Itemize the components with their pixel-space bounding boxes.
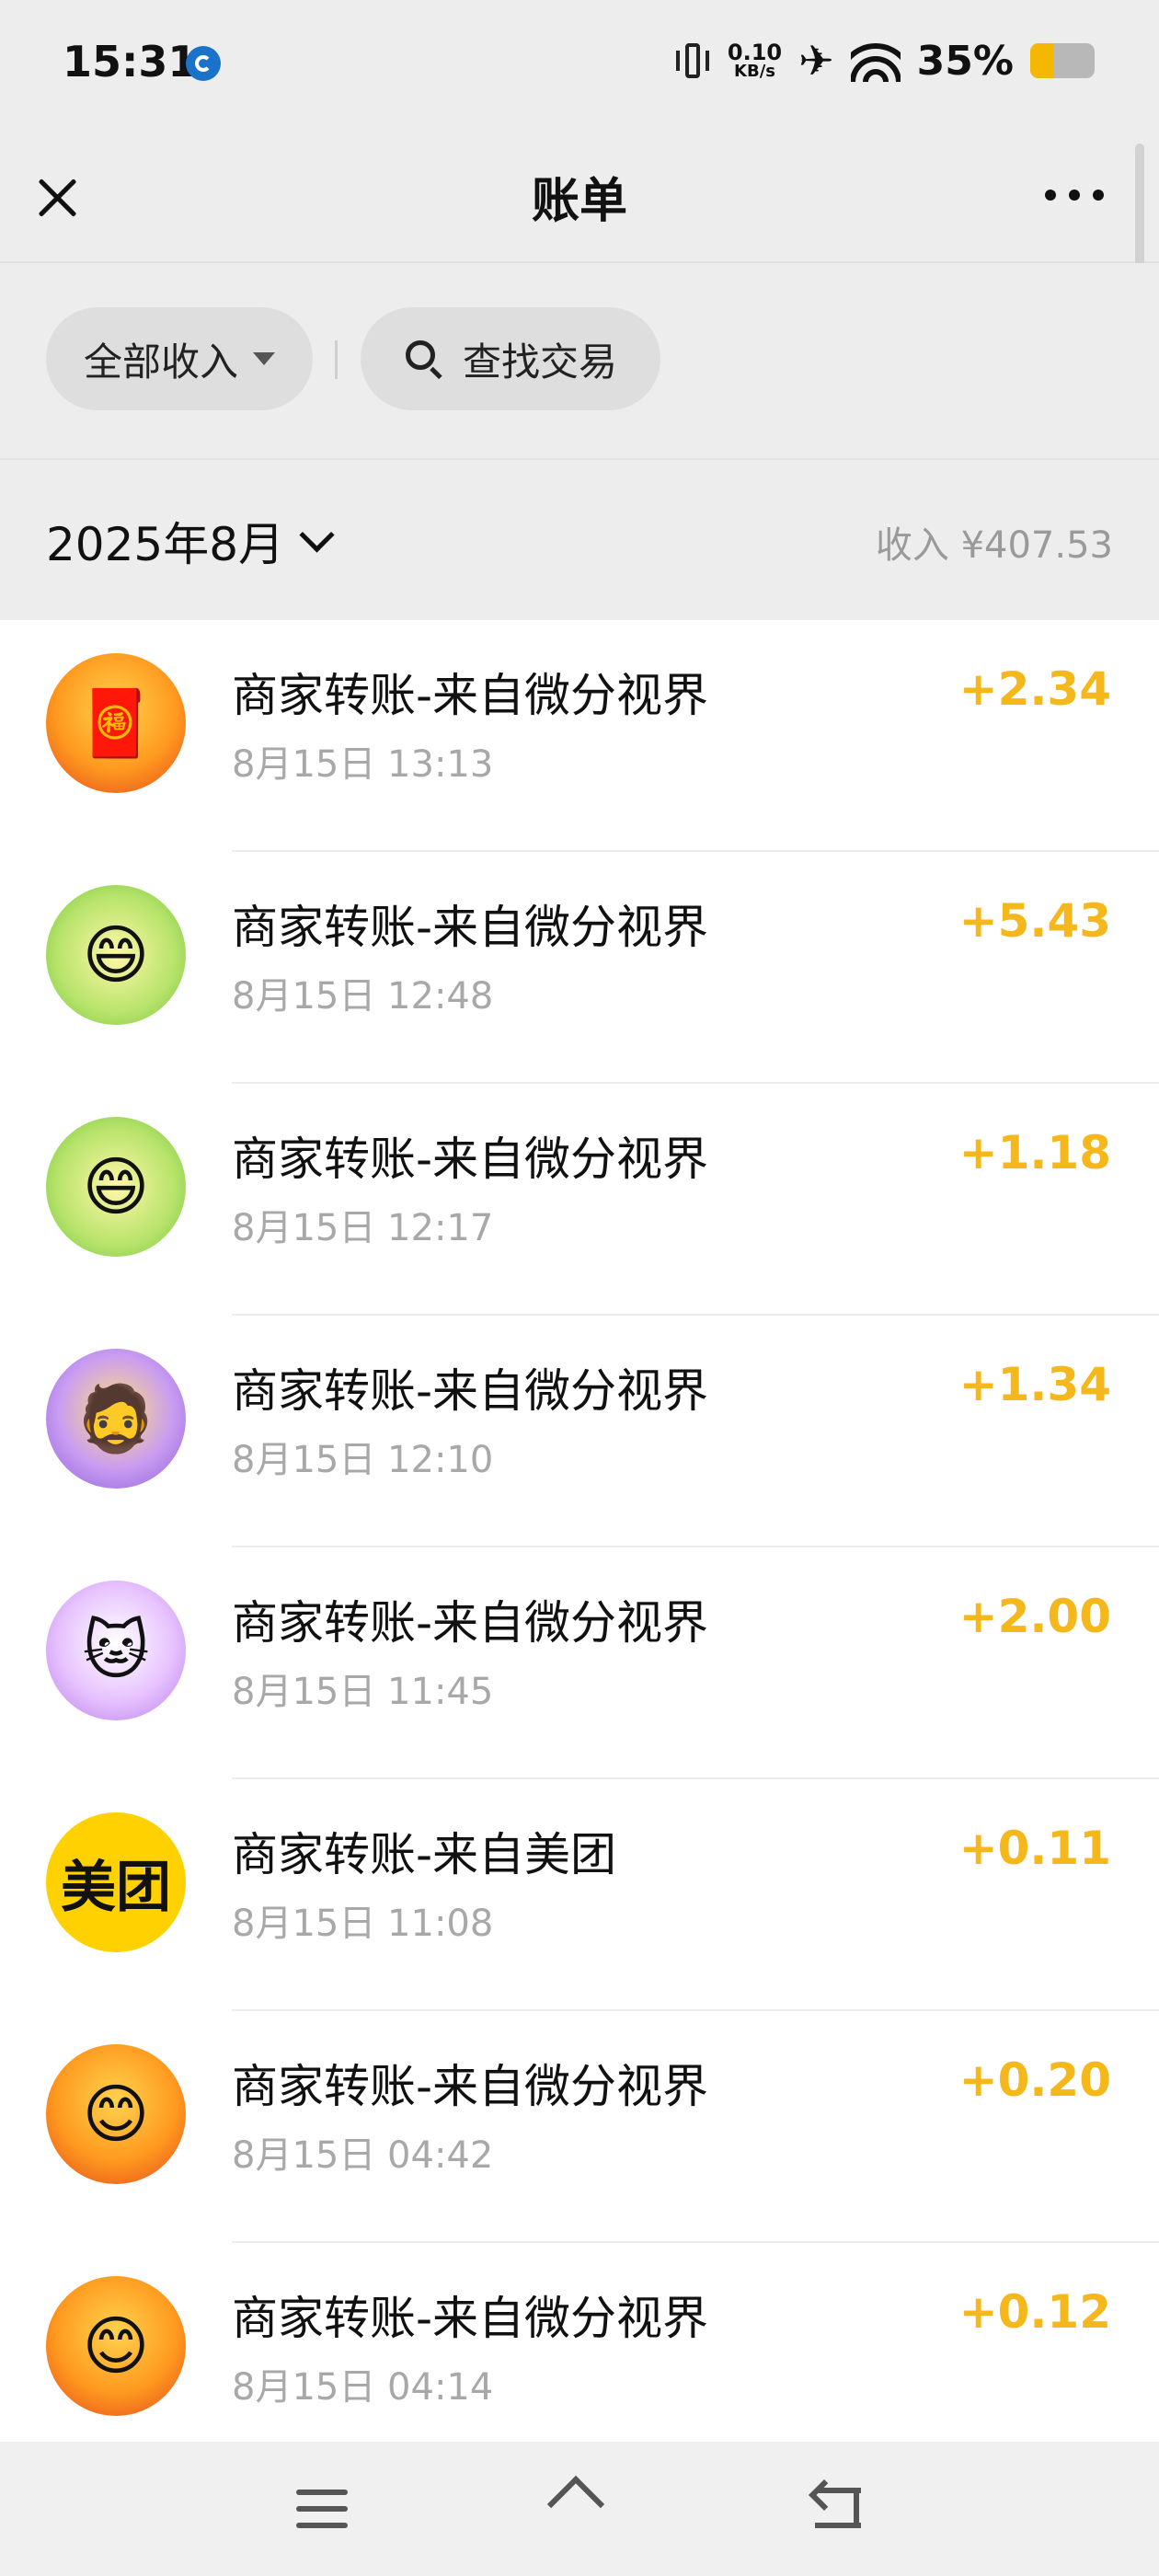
status-time: 15:31 xyxy=(63,37,198,86)
merchant-avatar: 美团 xyxy=(46,1812,186,1952)
more-icon[interactable] xyxy=(1045,186,1104,204)
transaction-title: 商家转账-来自微分视界 xyxy=(232,2292,709,2345)
transaction-title: 商家转账-来自微分视界 xyxy=(232,1364,709,1418)
merchant-avatar: 🐱 xyxy=(46,1581,186,1720)
battery-percent: 35% xyxy=(916,37,1014,85)
transaction-time: 8月15日 13:13 xyxy=(232,743,494,786)
transaction-amount: +2.00 xyxy=(958,1590,1111,1643)
transaction-row[interactable]: 😊 商家转账-来自微分视界 8月15日 04:14 +0.12 xyxy=(0,2243,1159,2442)
month-selector[interactable]: 2025年8月 xyxy=(46,508,335,574)
menu-icon[interactable] xyxy=(296,2488,348,2530)
divider xyxy=(335,340,338,379)
month-label: 2025年8月 xyxy=(46,518,285,571)
filter-bar: 全部收入 查找交易 xyxy=(0,263,1159,460)
transaction-row[interactable]: 🧔 商家转账-来自微分视界 8月15日 12:10 +1.34 xyxy=(0,1316,1159,1547)
transaction-amount: +1.18 xyxy=(958,1126,1111,1179)
transaction-time: 8月15日 12:48 xyxy=(232,975,494,1018)
transaction-amount: +5.43 xyxy=(958,894,1111,948)
transaction-row[interactable]: 美团 商家转账-来自美团 8月15日 11:08 +0.11 xyxy=(0,1779,1159,2011)
month-header: 2025年8月 收入 ¥407.53 xyxy=(0,460,1159,620)
app-notification-icon xyxy=(186,46,221,81)
transaction-title: 商家转账-来自美团 xyxy=(232,1828,617,1881)
category-filter-button[interactable]: 全部收入 xyxy=(46,307,313,410)
wifi-icon xyxy=(850,40,901,82)
transaction-list: 🧧 商家转账-来自微分视界 8月15日 13:13 +2.34 😄 商家转账-来… xyxy=(0,620,1159,2442)
transaction-row[interactable]: 😊 商家转账-来自微分视界 8月15日 04:42 +0.20 xyxy=(0,2011,1159,2243)
search-label: 查找交易 xyxy=(462,339,617,385)
home-icon[interactable] xyxy=(546,2475,611,2536)
transaction-amount: +0.11 xyxy=(958,1822,1111,1875)
merchant-avatar: 🧔 xyxy=(46,1349,186,1489)
scrollbar[interactable] xyxy=(1135,144,1144,282)
transaction-title: 商家转账-来自微分视界 xyxy=(232,901,709,954)
back-icon[interactable] xyxy=(809,2479,865,2534)
transaction-time: 8月15日 12:17 xyxy=(232,1207,494,1249)
transaction-row[interactable]: 🐱 商家转账-来自微分视界 8月15日 11:45 +2.00 xyxy=(0,1547,1159,1779)
transaction-title: 商家转账-来自微分视界 xyxy=(232,2060,709,2113)
network-speed-unit: KB/s xyxy=(734,62,775,81)
transaction-time: 8月15日 11:08 xyxy=(232,1903,494,1945)
chevron-down-icon xyxy=(299,516,335,553)
transaction-time: 8月15日 12:10 xyxy=(232,1439,494,1481)
transaction-amount: +0.12 xyxy=(958,2285,1111,2339)
airplane-icon: ✈ xyxy=(798,36,834,86)
transaction-row[interactable]: 😄 商家转账-来自微分视界 8月15日 12:17 +1.18 xyxy=(0,1084,1159,1316)
transaction-time: 8月15日 04:14 xyxy=(232,2366,494,2409)
transaction-row[interactable]: 😄 商家转账-来自微分视界 8月15日 12:48 +5.43 xyxy=(0,852,1159,1084)
month-income-summary: 收入 ¥407.53 xyxy=(875,524,1113,567)
merchant-avatar: 😊 xyxy=(46,2044,186,2184)
app-header: 账单 xyxy=(0,129,1159,263)
transaction-amount: +0.20 xyxy=(958,2053,1111,2107)
page-title: 账单 xyxy=(531,174,627,229)
transaction-title: 商家转账-来自微分视界 xyxy=(232,1596,709,1650)
network-speed: 0.10 KB/s xyxy=(728,41,782,80)
network-speed-value: 0.10 xyxy=(727,40,783,65)
merchant-avatar: 🧧 xyxy=(46,653,186,793)
battery-icon xyxy=(1030,43,1095,78)
vibrate-icon xyxy=(674,40,711,82)
search-transaction-button[interactable]: 查找交易 xyxy=(361,307,660,410)
transaction-time: 8月15日 11:45 xyxy=(232,1671,494,1713)
merchant-avatar: 😄 xyxy=(46,1117,186,1257)
merchant-avatar: 😄 xyxy=(46,885,186,1025)
transaction-amount: +2.34 xyxy=(958,662,1111,716)
category-filter-label: 全部收入 xyxy=(83,339,238,385)
transaction-title: 商家转账-来自微分视界 xyxy=(232,1133,709,1186)
merchant-avatar: 😊 xyxy=(46,2276,186,2416)
transaction-title: 商家转账-来自微分视界 xyxy=(232,669,709,722)
system-nav-bar xyxy=(0,2442,1159,2576)
dropdown-arrow-icon xyxy=(253,352,275,365)
transaction-row[interactable]: 🧧 商家转账-来自微分视界 8月15日 13:13 +2.34 xyxy=(0,620,1159,852)
search-icon xyxy=(404,339,444,379)
transaction-amount: +1.34 xyxy=(958,1358,1111,1411)
status-bar: 15:31 0.10 KB/s ✈ 35% xyxy=(0,0,1159,129)
status-indicators: 0.10 KB/s ✈ 35% xyxy=(674,33,1095,88)
transaction-time: 8月15日 04:42 xyxy=(232,2134,494,2177)
